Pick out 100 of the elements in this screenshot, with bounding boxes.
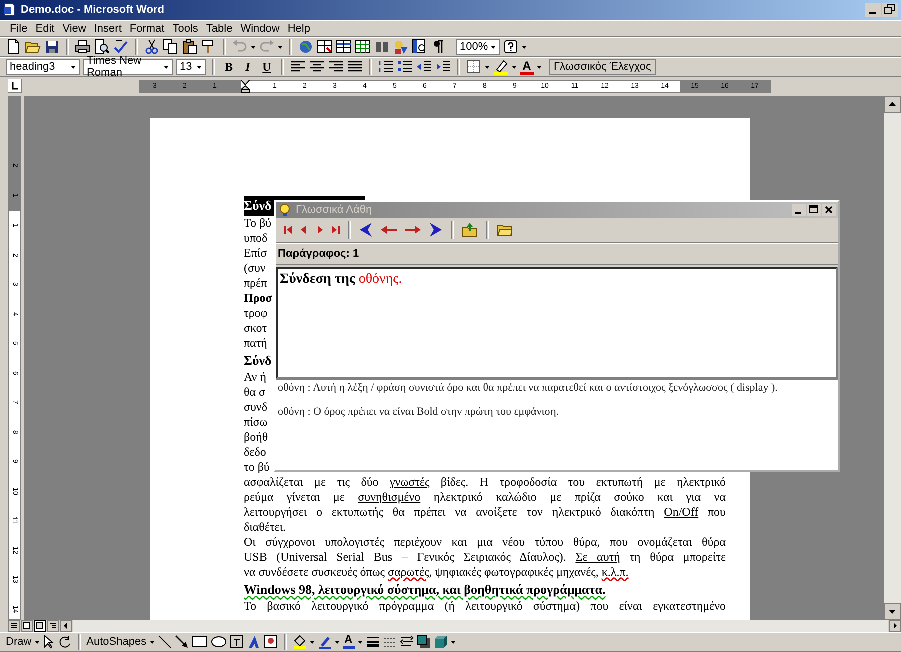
caret-icon[interactable] [71, 66, 76, 68]
print-preview-icon[interactable] [94, 39, 110, 55]
help-icon[interactable] [503, 39, 519, 55]
clipboard-icon[interactable] [182, 39, 198, 55]
shadow-icon[interactable] [416, 635, 431, 649]
caret-icon[interactable] [522, 46, 527, 48]
indent-marker-icon[interactable] [241, 80, 250, 93]
menu-item[interactable]: Help [284, 22, 314, 34]
scroll-down-icon[interactable] [884, 603, 901, 620]
tab-stop-icon[interactable] [8, 78, 22, 92]
message-item[interactable]: οθόνη : Αυτή η λέξη / φράση συνιστά όρο και θα πρέπει να παρατεθεί και ο αντίστοιχος ξενόγλωσσος ( display ). [278, 382, 836, 394]
table-border-icon[interactable] [317, 39, 333, 55]
message-item[interactable]: οθόνη : Ο όρος πρέπει να είναι Bold στην πρώτη του εμφάνιση. [278, 406, 836, 418]
menu-item[interactable]: Table [202, 22, 237, 34]
caret-icon[interactable] [491, 46, 496, 48]
caret-icon[interactable] [164, 66, 169, 68]
caret-icon[interactable] [358, 640, 363, 644]
scroll-left-icon[interactable] [60, 620, 72, 632]
line-icon[interactable] [158, 635, 172, 649]
spelling-check-button[interactable]: Γλωσσικός Έλεγχος [549, 59, 656, 75]
caret-icon[interactable] [251, 46, 256, 48]
document-line: ρεύμα γίνεται με συνηθισμένο ηλεκτρικό καλώδιο με πρίζα σούκο και για να [244, 490, 726, 505]
menu-item[interactable]: Format [126, 22, 169, 34]
numbered-list-icon[interactable] [378, 59, 394, 75]
underline-button[interactable]: U [259, 60, 275, 74]
last-record-icon[interactable] [332, 225, 340, 235]
columns-icon[interactable] [374, 39, 390, 55]
font-color-button[interactable]: A [342, 635, 355, 649]
caret-icon[interactable] [150, 640, 155, 644]
bulleted-list-icon[interactable] [397, 59, 413, 75]
rotate-icon[interactable] [58, 635, 72, 649]
new-document-icon[interactable] [6, 39, 22, 55]
next-record-icon[interactable] [316, 225, 324, 235]
border-icon[interactable] [466, 59, 482, 75]
highlighter-icon[interactable] [493, 59, 509, 75]
menu-item[interactable]: Window [236, 22, 284, 34]
zoom-dropdown[interactable]: 100% [456, 39, 500, 55]
caret-icon[interactable] [450, 640, 456, 644]
vertical-scrollbar[interactable] [884, 96, 901, 620]
restore-icon[interactable] [882, 3, 898, 17]
scroll-up-icon[interactable] [884, 96, 901, 113]
spelling-check-icon[interactable] [113, 39, 129, 55]
previous-record-icon[interactable] [300, 225, 308, 235]
caret-icon[interactable] [197, 66, 202, 68]
outline-view-icon[interactable] [47, 620, 59, 632]
print-layout-icon[interactable] [34, 620, 46, 632]
scroll-right-icon[interactable] [889, 620, 901, 632]
menu-item[interactable]: File [6, 22, 32, 34]
minimize-icon[interactable] [865, 3, 881, 17]
right-arrow-icon[interactable] [405, 225, 421, 235]
caret-icon[interactable] [334, 640, 340, 644]
horizontal-scrollbar[interactable] [73, 620, 888, 632]
menu-item[interactable]: View [58, 22, 90, 34]
font-color-button[interactable]: A [520, 60, 534, 74]
pen-icon[interactable] [318, 635, 332, 649]
bold-button[interactable]: B [221, 60, 237, 74]
line-style-icon[interactable] [366, 635, 380, 649]
menu-item[interactable]: Tools [168, 22, 202, 34]
caret-icon[interactable] [537, 66, 542, 68]
italic-button[interactable]: I [240, 60, 256, 74]
table-icon[interactable] [336, 39, 352, 55]
caret-icon[interactable] [34, 640, 40, 644]
3d-icon[interactable] [434, 635, 448, 649]
first-record-icon[interactable] [284, 225, 292, 235]
minimize-icon[interactable] [792, 204, 806, 216]
left-arrow-icon[interactable] [381, 225, 397, 235]
arrow-icon[interactable] [174, 635, 189, 649]
copy-icon[interactable] [163, 39, 179, 55]
arrow-style-icon[interactable] [400, 635, 414, 649]
save-icon[interactable] [44, 39, 60, 55]
fill-bucket-icon[interactable] [292, 635, 307, 649]
caret-icon[interactable] [310, 640, 315, 644]
menu-item[interactable]: Insert [90, 22, 126, 34]
style-dropdown[interactable]: heading3 [6, 59, 80, 75]
scissors-icon[interactable] [144, 39, 160, 55]
oval-icon[interactable] [210, 635, 227, 649]
maximize-icon[interactable] [807, 204, 821, 216]
clip-art-icon[interactable] [264, 635, 278, 649]
web-layout-icon[interactable] [21, 620, 33, 632]
printer-icon[interactable] [75, 39, 91, 55]
caret-icon[interactable] [512, 66, 517, 68]
normal-view-icon[interactable] [8, 620, 20, 632]
caret-icon[interactable] [485, 66, 490, 68]
font-size-dropdown[interactable]: 13 [176, 59, 206, 75]
folder-upload-icon[interactable] [462, 222, 478, 238]
right-arrow-icon[interactable] [429, 222, 443, 238]
pointer-icon[interactable] [42, 635, 55, 649]
caret-icon[interactable] [278, 46, 283, 48]
left-arrow-icon[interactable] [359, 222, 373, 238]
close-icon[interactable] [822, 204, 836, 216]
document-map-icon[interactable] [412, 39, 428, 55]
word-art-icon[interactable] [246, 635, 261, 649]
spreadsheet-icon[interactable] [355, 39, 371, 55]
globe-icon[interactable] [298, 39, 314, 55]
rectangle-icon[interactable] [192, 635, 208, 649]
draw-menu[interactable]: Draw [6, 636, 40, 648]
menu-item[interactable]: Edit [32, 22, 59, 34]
autoshapes-menu[interactable]: AutoShapes [86, 636, 155, 648]
text-box-icon[interactable] [230, 635, 244, 649]
drawing-tools-icon[interactable] [393, 39, 409, 55]
